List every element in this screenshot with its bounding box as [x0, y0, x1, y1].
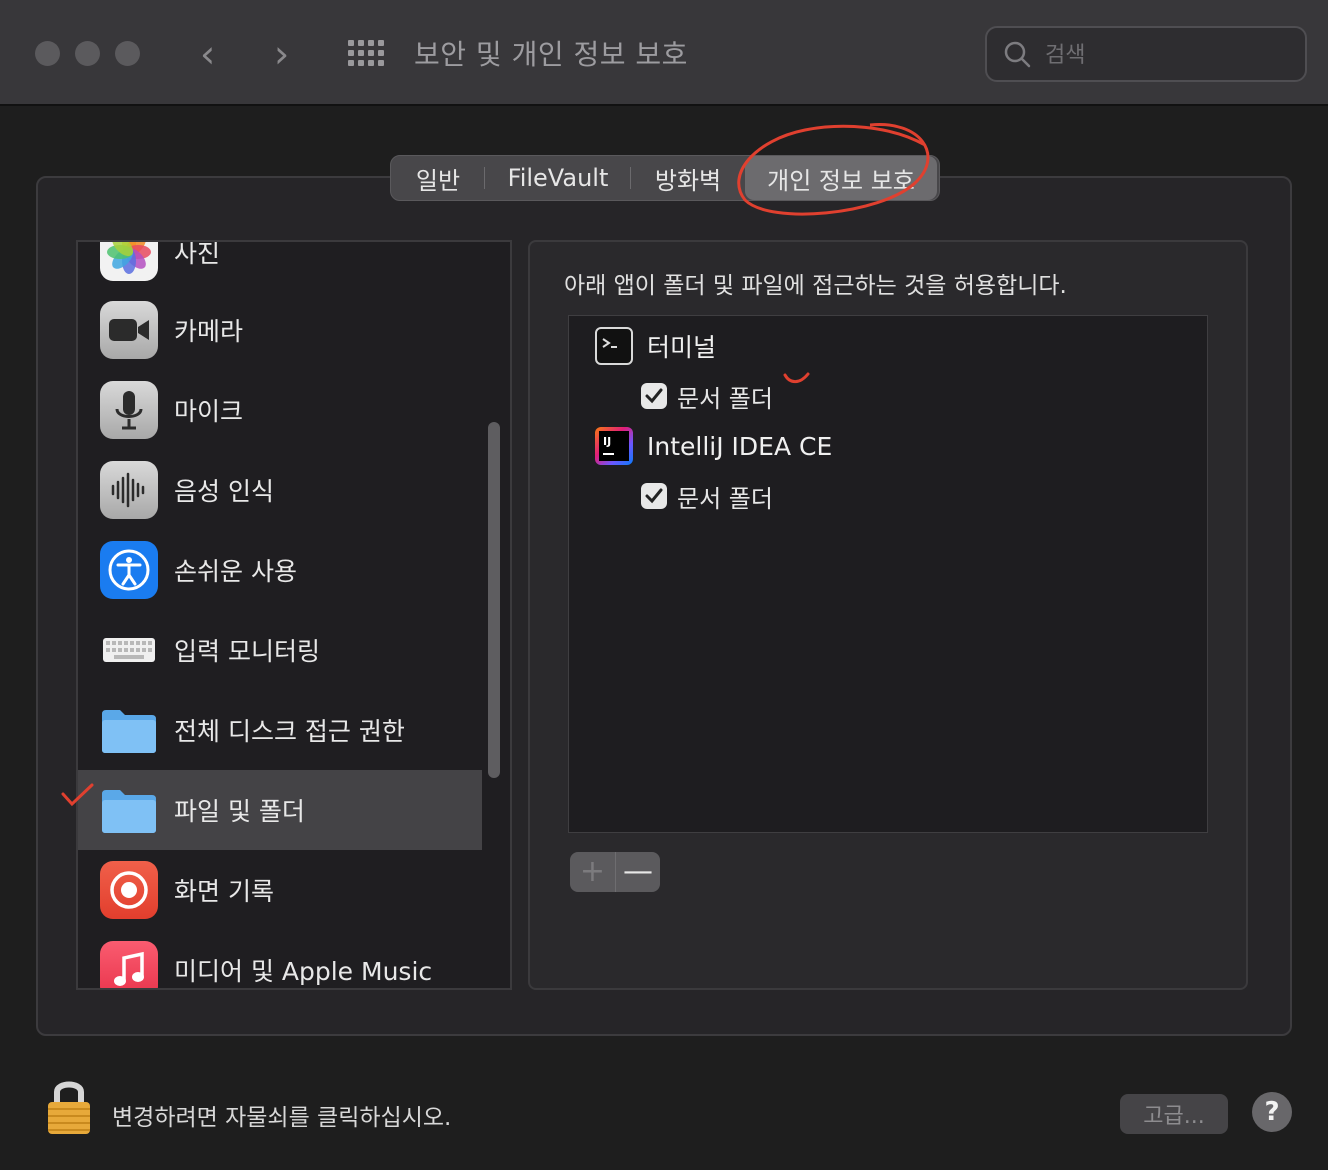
privacy-category-list[interactable]: 사진 카메라 마이크 음성 인식 손쉬운 사용 입력 모니터링 전체 디스크 접…	[76, 240, 512, 990]
forward-arrow-icon[interactable]: ›	[274, 34, 289, 74]
sidebar-item-label: 손쉬운 사용	[174, 557, 297, 586]
sidebar-item-label: 카메라	[174, 317, 244, 346]
tab-privacy[interactable]: 개인 정보 보호	[745, 156, 937, 200]
sidebar-item-input-monitoring[interactable]: 입력 모니터링	[78, 610, 482, 690]
minimize-window-button[interactable]	[75, 41, 100, 66]
remove-app-button[interactable]: —	[615, 852, 660, 892]
sidebar-item-full-disk-access[interactable]: 전체 디스크 접근 권한	[78, 690, 482, 770]
lock-icon[interactable]	[44, 1078, 94, 1136]
sidebar-item-label: 입력 모니터링	[174, 637, 320, 666]
app-name: 터미널	[647, 333, 717, 362]
camera-icon	[100, 301, 158, 359]
app-name: IntelliJ IDEA CE	[647, 431, 833, 461]
sidebar-item-label: 미디어 및 Apple Music	[174, 957, 433, 986]
sidebar-item-label: 마이크	[174, 397, 244, 426]
help-button[interactable]: ?	[1252, 1092, 1292, 1132]
sidebar-item-files-and-folders[interactable]: 파일 및 폴더	[78, 770, 482, 850]
tab-filevault[interactable]: FileVault	[485, 156, 631, 200]
screen-record-icon	[100, 861, 158, 919]
close-window-button[interactable]	[35, 41, 60, 66]
add-remove-control: + —	[570, 852, 660, 892]
tab-general[interactable]: 일반	[391, 156, 485, 200]
sidebar-item-media-apple-music[interactable]: 미디어 및 Apple Music	[78, 930, 482, 988]
microphone-icon	[100, 381, 158, 439]
music-icon	[100, 941, 158, 988]
sidebar-item-label: 파일 및 폴더	[174, 797, 305, 826]
folder-icon	[100, 701, 158, 759]
sidebar-item-microphone[interactable]: 마이크	[78, 370, 482, 450]
advanced-button[interactable]: 고급...	[1120, 1094, 1228, 1134]
sidebar-item-photos[interactable]: 사진	[78, 240, 482, 292]
app-row-terminal[interactable]: 터미널	[595, 326, 716, 366]
terminal-icon	[595, 327, 633, 365]
permission-label: 문서 폴더	[677, 484, 773, 513]
title-bar: ‹ › 보안 및 개인 정보 보호	[0, 0, 1328, 106]
intellij-icon: IJ	[595, 427, 633, 465]
keyboard-icon	[100, 621, 158, 679]
sidebar-item-label: 음성 인식	[174, 477, 274, 506]
window-title: 보안 및 개인 정보 보호	[414, 38, 688, 71]
sidebar-item-label: 사진	[174, 240, 221, 268]
show-all-grid-icon[interactable]	[348, 40, 384, 68]
list-scrollbar[interactable]	[488, 422, 500, 778]
search-field[interactable]	[985, 26, 1307, 82]
zoom-window-button[interactable]	[115, 41, 140, 66]
app-permission-list[interactable]: 터미널 문서 폴더 IJ IntelliJ IDEA CE 문서 폴더	[568, 315, 1208, 833]
waveform-icon	[100, 461, 158, 519]
lock-instruction-text: 변경하려면 자물쇠를 클릭하십시오.	[112, 1105, 452, 1131]
search-icon	[1004, 41, 1031, 68]
photos-icon	[100, 242, 158, 281]
permission-row[interactable]: 문서 폴더	[641, 479, 773, 513]
sidebar-item-speech-recognition[interactable]: 음성 인식	[78, 450, 482, 530]
permission-label: 문서 폴더	[677, 384, 773, 413]
folder-icon	[100, 781, 158, 839]
permission-row[interactable]: 문서 폴더	[641, 379, 773, 413]
search-input[interactable]	[1045, 38, 1295, 72]
add-app-button[interactable]: +	[570, 852, 615, 892]
sidebar-item-accessibility[interactable]: 손쉬운 사용	[78, 530, 482, 610]
sidebar-item-camera[interactable]: 카메라	[78, 290, 482, 370]
sidebar-item-label: 전체 디스크 접근 권한	[174, 717, 405, 746]
sidebar-item-label: 화면 기록	[174, 877, 274, 906]
accessibility-icon	[100, 541, 158, 599]
tab-bar: 일반 FileVault 방화벽 개인 정보 보호	[390, 155, 940, 201]
back-arrow-icon[interactable]: ‹	[200, 34, 215, 74]
documents-folder-checkbox[interactable]	[641, 383, 667, 409]
sidebar-item-screen-recording[interactable]: 화면 기록	[78, 850, 482, 930]
svg-text:IJ: IJ	[603, 435, 611, 448]
tab-firewall[interactable]: 방화벽	[631, 156, 745, 200]
documents-folder-checkbox[interactable]	[641, 483, 667, 509]
panel-description: 아래 앱이 폴더 및 파일에 접근하는 것을 허용합니다.	[564, 273, 1067, 299]
app-row-intellij[interactable]: IJ IntelliJ IDEA CE	[595, 426, 832, 466]
